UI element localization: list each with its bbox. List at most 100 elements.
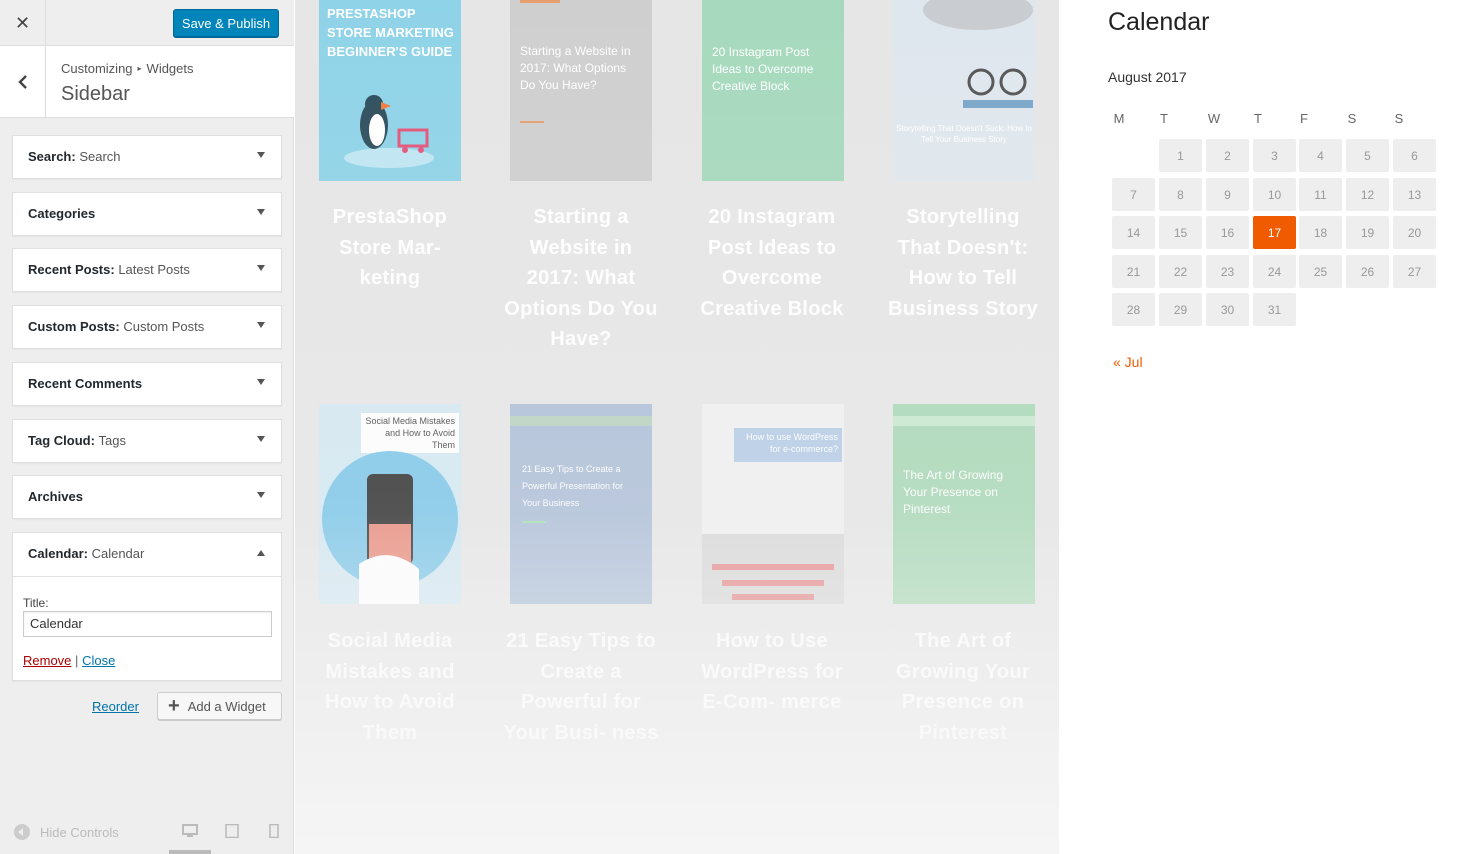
- widget-name: Recent Comments: [28, 376, 143, 391]
- post-thumbnail[interactable]: The Art of Growing Your Presence on Pint…: [893, 404, 1035, 604]
- widget-actions: Remove | Close: [23, 653, 115, 668]
- widget-subtitle: Calendar: [91, 546, 145, 561]
- expand-arrow-icon[interactable]: [257, 265, 265, 271]
- thumbnail-caption: PRESTASHOP STORE MARKETING BEGINNER'S GU…: [327, 6, 454, 59]
- thumbnail-caption: 21 Easy Tips to Create a Powerful Presen…: [522, 464, 624, 508]
- expand-arrow-icon[interactable]: [257, 436, 265, 442]
- post-title[interactable]: Social Media Mistakes and How to Avoid T…: [310, 626, 470, 748]
- post-thumbnail[interactable]: How to use WordPress for e-commerce?: [702, 404, 844, 604]
- calendar-day: 18: [1299, 216, 1342, 249]
- calendar-day: 12: [1346, 178, 1389, 211]
- hide-controls-label: Hide Controls: [40, 824, 119, 840]
- mobile-preview-icon[interactable]: [266, 824, 282, 838]
- calendar-day: 9: [1206, 178, 1249, 211]
- calendar-day: 31: [1253, 293, 1296, 326]
- expand-arrow-icon[interactable]: [257, 492, 265, 498]
- hide-controls-button[interactable]: Hide Controls: [14, 824, 119, 840]
- previous-month-link[interactable]: « Jul: [1113, 354, 1143, 370]
- close-icon: ✕: [14, 12, 31, 33]
- save-publish-button[interactable]: Save & Publish: [173, 9, 279, 37]
- widget-custom-posts[interactable]: Custom Posts: Custom Posts: [12, 305, 282, 349]
- expand-arrow-icon[interactable]: [257, 152, 265, 158]
- calendar-day: 28: [1112, 293, 1155, 326]
- weekday-label: T: [1254, 111, 1262, 126]
- post-thumbnail[interactable]: Social Media Mistakes and How to Avoid T…: [319, 404, 461, 604]
- actions-separator: |: [75, 653, 79, 668]
- calendar-day: 21: [1112, 255, 1155, 288]
- calendar-day: 5: [1346, 139, 1389, 172]
- post-title[interactable]: PrestaShop Store Mar- keting: [310, 202, 470, 294]
- post-thumbnail[interactable]: 21 Easy Tips to Create a Powerful Presen…: [510, 404, 652, 604]
- calendar-day: 1: [1159, 139, 1202, 172]
- widget-recent-comments[interactable]: Recent Comments: [12, 362, 282, 406]
- calendar-day: 30: [1206, 293, 1249, 326]
- post-thumbnail[interactable]: Starting a Website in 2017: What Options…: [510, 0, 652, 181]
- back-button[interactable]: [0, 46, 46, 118]
- reorder-link[interactable]: Reorder: [92, 699, 139, 714]
- post-thumbnail[interactable]: 20 Instagram Post Ideas to Overcome Crea…: [702, 0, 844, 181]
- widget-search[interactable]: Search: Search: [12, 135, 282, 179]
- calendar-day: 7: [1112, 178, 1155, 211]
- calendar-day: 2: [1206, 139, 1249, 172]
- add-widget-button[interactable]: + Add a Widget: [157, 692, 282, 720]
- breadcrumb: Customizing ▸ Widgets: [61, 61, 194, 76]
- customizer-footer: Hide Controls: [0, 810, 294, 854]
- collapse-arrow-icon[interactable]: [257, 550, 265, 556]
- calendar-day: 20: [1393, 216, 1436, 249]
- widget-name: Calendar:: [28, 546, 88, 561]
- weekday-label: M: [1113, 111, 1125, 126]
- post-thumbnail[interactable]: Storytelling That Doesn't Suck: How to T…: [893, 0, 1035, 181]
- chevron-left-icon: [17, 75, 27, 89]
- widget-name: Custom Posts:: [28, 319, 120, 334]
- shopping-carts-illustration-icon: [702, 534, 844, 604]
- calendar-day: 14: [1112, 216, 1155, 249]
- title-input[interactable]: Calendar: [23, 611, 272, 637]
- site-preview: PRESTASHOP STORE MARKETING BEGINNER'S GU…: [295, 0, 1059, 854]
- active-device-indicator: [169, 850, 211, 854]
- collapse-circle-icon: [14, 824, 30, 840]
- expand-arrow-icon[interactable]: [257, 209, 265, 215]
- calendar-day: 29: [1159, 293, 1202, 326]
- expand-arrow-icon[interactable]: [257, 379, 265, 385]
- calendar-day: 13: [1393, 178, 1436, 211]
- weekday-label: S: [1394, 111, 1404, 126]
- widget-archives[interactable]: Archives: [12, 475, 282, 519]
- calendar-day: 19: [1346, 216, 1389, 249]
- post-title[interactable]: The Art of Growing Your Presence on Pint…: [883, 626, 1043, 748]
- calendar-day: 25: [1299, 255, 1342, 288]
- widget-name: Categories: [28, 206, 96, 221]
- calendar-day: 16: [1206, 216, 1249, 249]
- widget-recent-posts[interactable]: Recent Posts: Latest Posts: [12, 248, 282, 292]
- phone-hand-illustration-icon: [322, 451, 458, 604]
- post-title[interactable]: Storytelling That Doesn't: How to Tell B…: [883, 202, 1043, 324]
- post-thumbnail[interactable]: PRESTASHOP STORE MARKETING BEGINNER'S GU…: [319, 0, 461, 181]
- widget-categories[interactable]: Categories: [12, 192, 282, 236]
- calendar-day: 24: [1253, 255, 1296, 288]
- calendar-day: 26: [1346, 255, 1389, 288]
- close-customizer-button[interactable]: ✕: [0, 0, 46, 46]
- tablet-preview-icon[interactable]: [224, 824, 240, 838]
- thumbnail-caption: 20 Instagram Post Ideas to Overcome Crea…: [712, 45, 814, 93]
- add-widget-label: Add a Widget: [187, 698, 266, 714]
- widget-name: Archives: [28, 489, 83, 504]
- thumbnail-caption: Starting a Website in 2017: What Options…: [520, 44, 631, 92]
- widget-tag-cloud[interactable]: Tag Cloud: Tags: [12, 419, 282, 463]
- calendar-day: 3: [1253, 139, 1296, 172]
- expand-arrow-icon[interactable]: [257, 322, 265, 328]
- widget-calendar: Calendar: Calendar Title: Calendar Remov…: [12, 532, 282, 681]
- widget-name: Tag Cloud:: [28, 433, 95, 448]
- post-title[interactable]: How to Use WordPress for E-Com- merce: [692, 626, 852, 718]
- remove-link[interactable]: Remove: [23, 653, 71, 668]
- widget-subtitle: Latest Posts: [118, 262, 190, 277]
- calendar-day: 11: [1299, 178, 1342, 211]
- post-title[interactable]: Starting a Website in 2017: What Options…: [501, 202, 661, 355]
- section-title: Sidebar: [61, 83, 130, 105]
- widget-calendar-header[interactable]: Calendar: Calendar: [13, 533, 281, 577]
- weekday-label: F: [1300, 111, 1308, 126]
- close-link[interactable]: Close: [82, 653, 115, 668]
- desktop-preview-icon[interactable]: [182, 824, 198, 838]
- calendar-day: 4: [1299, 139, 1342, 172]
- calendar-day: 10: [1253, 178, 1296, 211]
- post-title[interactable]: 20 Instagram Post Ideas to Overcome Crea…: [692, 202, 852, 324]
- post-title[interactable]: 21 Easy Tips to Create a Powerful for Yo…: [501, 626, 661, 748]
